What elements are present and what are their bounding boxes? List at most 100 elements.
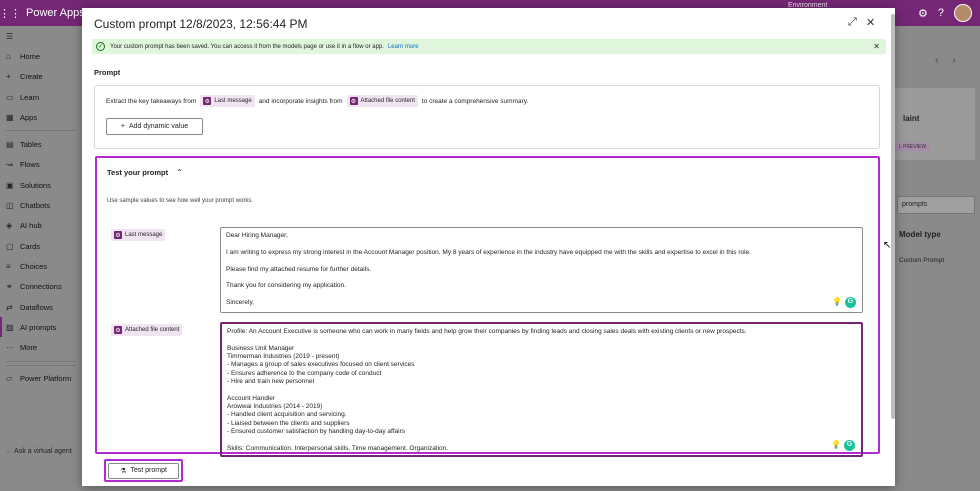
- banner-text: Your custom prompt has been saved. You c…: [110, 43, 384, 50]
- home-icon: ⌂: [6, 51, 11, 61]
- text-line: - Hire and train new personnel: [227, 377, 315, 385]
- book-icon: ▭: [6, 92, 14, 102]
- expand-icon[interactable]: ⤢: [848, 16, 857, 29]
- text-line: - Ensures adherence to the company code …: [227, 369, 382, 377]
- background-cell: Custom Prompt: [899, 257, 945, 264]
- chevron-left-icon[interactable]: ‹: [935, 55, 952, 66]
- header-actions: ⚙ ?: [918, 4, 972, 22]
- test-prompt-toggle[interactable]: Test your prompt ⌃: [107, 168, 183, 177]
- sidebar-item-power-platform[interactable]: ▱ Power Platform: [0, 369, 82, 389]
- test-prompt-title: Test your prompt: [107, 168, 169, 177]
- dismiss-banner-icon[interactable]: ✕: [873, 42, 880, 51]
- last-message-input[interactable]: Dear Hiring Manager, I am writing to expr…: [220, 227, 863, 313]
- test-prompt-description: Use sample values to see how well your p…: [107, 198, 254, 204]
- attached-file-content-input[interactable]: Profile: An Account Executive is someone…: [220, 322, 863, 457]
- sidebar-item-connections[interactable]: ⚭ Connections: [0, 277, 82, 297]
- text-line: Please find my attached resume for furth…: [226, 265, 372, 273]
- choices-icon: ≡: [6, 261, 11, 271]
- prompt-editor[interactable]: Extract the key takeaways from ⚙ Last me…: [94, 85, 880, 149]
- sidebar-item-chatbots[interactable]: ◫ Chatbots: [0, 195, 82, 215]
- nav-divider: [6, 360, 76, 362]
- test-prompt-button[interactable]: ⚗ Test prompt: [108, 462, 179, 479]
- field-assistant: 💡 G: [831, 440, 855, 451]
- help-icon[interactable]: ?: [938, 7, 944, 19]
- test-prompt-section: Test your prompt ⌃ Use sample values to …: [95, 156, 880, 457]
- input-label-attached-file: ⚙ Attached file content: [111, 324, 183, 336]
- sidebar-item-label: Dataflows: [20, 302, 53, 312]
- ask-virtual-agent[interactable]: ◌ Ask a virtual agent: [6, 448, 72, 455]
- flow-icon: ↝: [6, 160, 13, 170]
- sidebar-item-cards[interactable]: ▢ Cards: [0, 236, 82, 256]
- prompt-text[interactable]: Extract the key takeaways from ⚙ Last me…: [106, 95, 528, 107]
- chevron-right-icon[interactable]: ›: [952, 55, 969, 66]
- avatar[interactable]: [954, 4, 972, 22]
- field-assistant: 💡 G: [832, 297, 856, 308]
- app-name[interactable]: Power Apps: [26, 7, 85, 19]
- sidebar-item-label: AI prompts: [20, 322, 57, 332]
- background-card-title: laint: [903, 114, 920, 123]
- dialog-title: Custom prompt 12/8/2023, 12:56:44 PM: [94, 17, 308, 31]
- sidebar-item-learn[interactable]: ▭ Learn: [0, 87, 82, 107]
- sidebar-item-label: Chatbots: [20, 201, 51, 211]
- grammarly-icon[interactable]: G: [844, 440, 855, 451]
- sidebar-item-label: Solutions: [20, 180, 51, 190]
- waffle-icon[interactable]: ⋮⋮: [0, 0, 21, 26]
- close-icon[interactable]: ✕: [866, 16, 875, 29]
- sidebar-item-label: Home: [20, 51, 41, 61]
- table-icon: ▤: [6, 140, 14, 150]
- sidebar-item-label: Flows: [20, 160, 40, 170]
- grammarly-icon[interactable]: G: [845, 297, 856, 308]
- test-prompt-button-highlight: ⚗ Test prompt: [104, 459, 183, 482]
- custom-prompt-dialog: Custom prompt 12/8/2023, 12:56:44 PM ⤢ ✕…: [82, 8, 895, 486]
- connections-icon: ⚭: [6, 282, 13, 292]
- text-line: Sincerely,: [226, 299, 255, 307]
- sidebar-item-ai-hub[interactable]: ◈ AI hub: [0, 216, 82, 236]
- sidebar-item-create[interactable]: + Create: [0, 67, 82, 87]
- hamburger-icon[interactable]: ☰: [0, 26, 82, 46]
- sidebar-item-tables[interactable]: ▤ Tables: [0, 134, 82, 154]
- sidebar-item-flows[interactable]: ↝ Flows: [0, 155, 82, 175]
- sidebar-item-choices[interactable]: ≡ Choices: [0, 256, 82, 276]
- sidebar-item-more[interactable]: ··· More: [0, 337, 82, 357]
- cards-icon: ▢: [6, 241, 14, 251]
- text-line: Arowwai Industries (2014 - 2019): [227, 403, 323, 411]
- background-search: prompts: [897, 196, 975, 214]
- ai-prompts-icon: ▨: [6, 322, 14, 332]
- carousel-arrows[interactable]: ‹›: [935, 55, 970, 66]
- text-line: Skills: Communication. Interpersonal ski…: [227, 444, 449, 452]
- background-column-header: Model type: [899, 230, 941, 239]
- sidebar-item-label: Learn: [20, 92, 40, 102]
- text-line: Profile: An Account Executive is someone…: [227, 328, 747, 335]
- text-line: Timmerman Industries (2019 - present): [227, 353, 340, 361]
- sidebar-item-dataflows[interactable]: ⇄ Dataflows: [0, 297, 82, 317]
- power-platform-icon: ▱: [6, 374, 13, 384]
- dataflows-icon: ⇄: [6, 302, 13, 312]
- learn-more-link[interactable]: Learn more: [388, 44, 419, 50]
- plus-icon: +: [120, 123, 125, 130]
- sidebar-item-apps[interactable]: ▦ Apps: [0, 107, 82, 127]
- chip-label: Last message: [125, 232, 163, 238]
- dynamic-chip-last-message[interactable]: ⚙ Last message: [200, 95, 255, 107]
- chevron-up-icon[interactable]: ⌃: [176, 168, 183, 177]
- sidebar-item-home[interactable]: ⌂ Home: [0, 46, 82, 66]
- text-line: I am writing to express my strong intere…: [226, 248, 751, 256]
- left-navigation: ☰ ⌂ Home + Create ▭ Learn ▦ Apps ▤ Tables ↝ Flows ▣ S…: [0, 26, 82, 491]
- variable-icon: ⚙: [349, 97, 358, 105]
- variable-icon: ⚙: [114, 231, 122, 239]
- lightbulb-icon[interactable]: 💡: [832, 298, 842, 307]
- chatbot-icon: ◫: [6, 201, 14, 211]
- sidebar-item-solutions[interactable]: ▣ Solutions: [0, 175, 82, 195]
- lightbulb-icon[interactable]: 💡: [831, 441, 841, 450]
- success-banner: ✓ Your custom prompt has been saved. You…: [92, 39, 886, 54]
- gear-icon[interactable]: ⚙: [918, 7, 928, 20]
- dynamic-chip-attached-file[interactable]: ⚙ Attached file content: [346, 95, 418, 107]
- test-prompt-button-label: Test prompt: [130, 467, 167, 474]
- scrollbar[interactable]: [891, 14, 895, 419]
- nav-divider: [6, 364, 76, 366]
- variable-icon: ⚙: [203, 97, 212, 105]
- sidebar-item-ai-prompts[interactable]: ▨ AI prompts: [0, 317, 82, 338]
- add-dynamic-value-button[interactable]: + Add dynamic value: [106, 118, 203, 135]
